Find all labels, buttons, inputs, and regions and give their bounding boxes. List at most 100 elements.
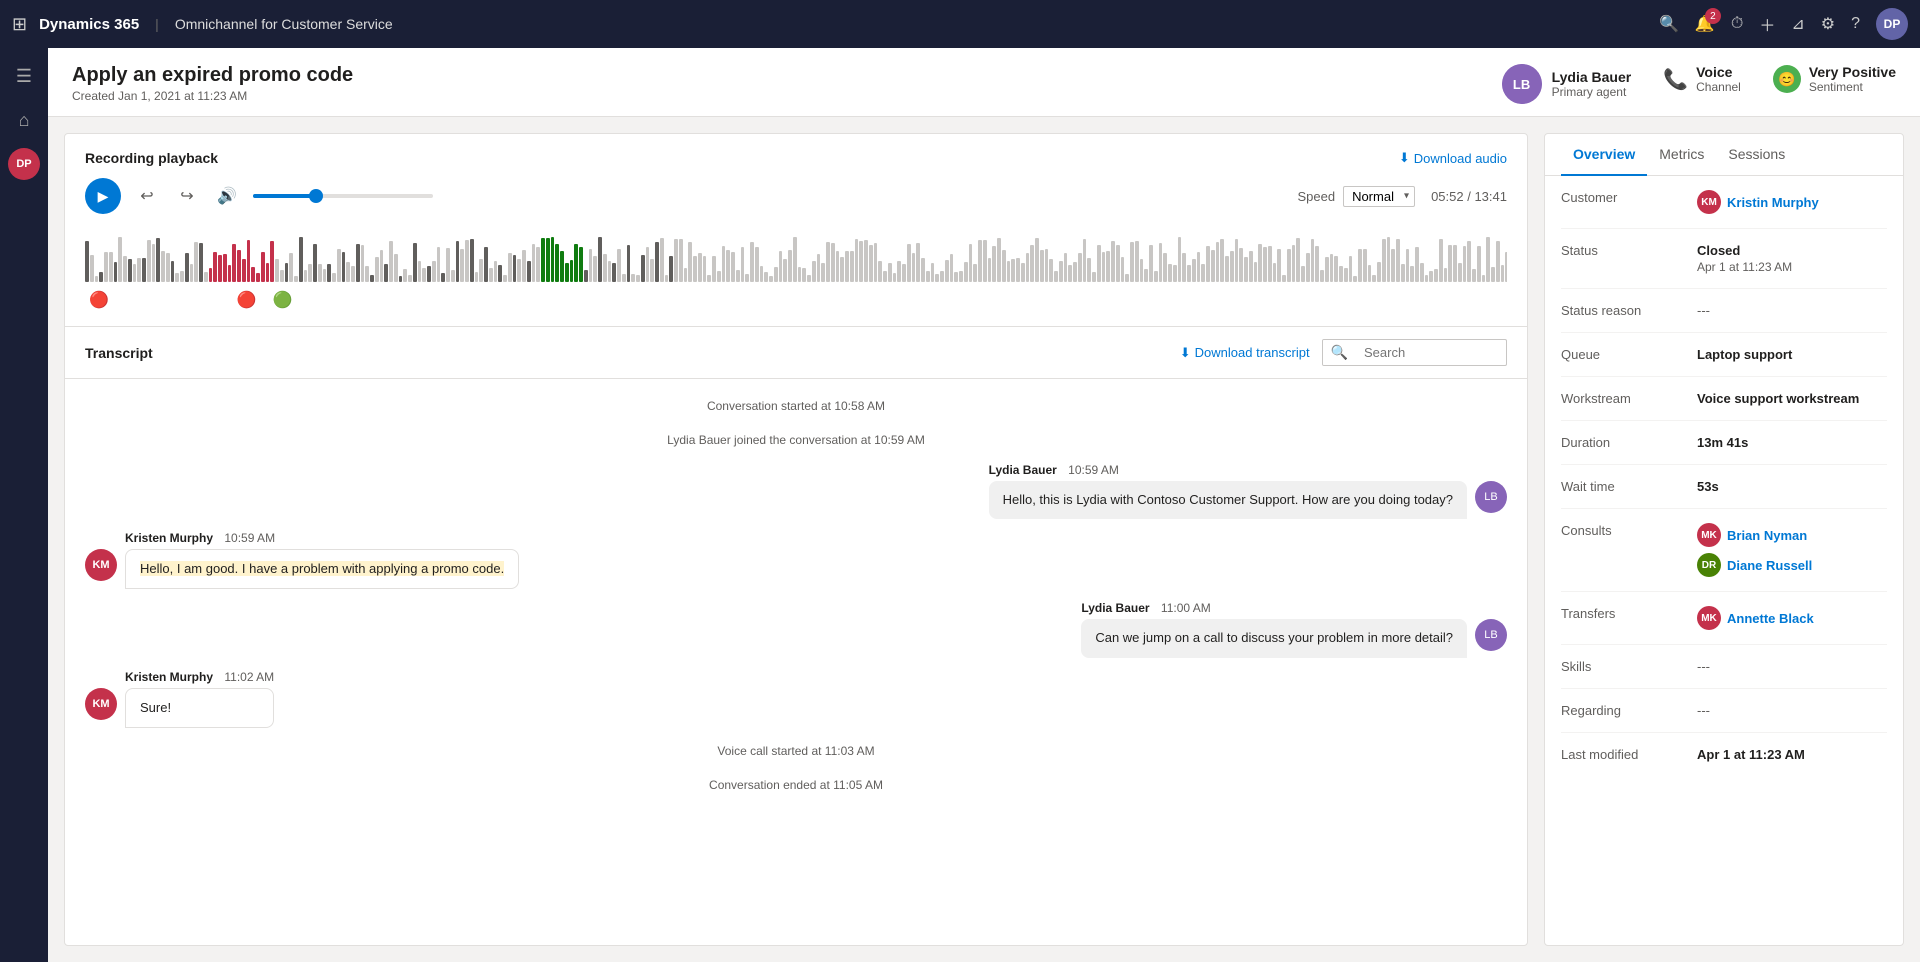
field-label: Last modified bbox=[1561, 747, 1681, 762]
waveform-bar bbox=[242, 259, 246, 282]
channel-label: Voice bbox=[1696, 64, 1741, 80]
rewind-icon[interactable]: ↩ bbox=[133, 182, 161, 210]
waveform[interactable] bbox=[85, 226, 1507, 286]
field-value: Closed Apr 1 at 11:23 AM bbox=[1697, 243, 1887, 274]
waveform-bar bbox=[760, 266, 764, 282]
waveform-bar bbox=[280, 270, 284, 282]
notification-icon[interactable]: 🔔 2 bbox=[1695, 14, 1715, 34]
waveform-bar bbox=[850, 251, 854, 282]
waveform-bar bbox=[418, 261, 422, 282]
filter-icon[interactable]: ⊿ bbox=[1791, 14, 1804, 34]
waveform-bar bbox=[137, 258, 141, 282]
forward-icon[interactable]: ↪ bbox=[173, 182, 201, 210]
volume-icon[interactable]: 🔊 bbox=[213, 182, 241, 210]
waveform-bar bbox=[750, 242, 754, 282]
waveform-bar bbox=[869, 245, 873, 282]
waveform-bar bbox=[969, 244, 973, 282]
waveform-bar bbox=[636, 275, 640, 282]
user-avatar[interactable]: DP bbox=[1876, 8, 1908, 40]
waveform-bar bbox=[1216, 242, 1220, 282]
waveform-bar bbox=[1049, 259, 1053, 282]
waveform-bar bbox=[441, 273, 445, 282]
waveform-bar bbox=[1258, 244, 1262, 282]
consult-link-2[interactable]: Diane Russell bbox=[1727, 558, 1812, 573]
add-icon[interactable]: ＋ bbox=[1759, 12, 1775, 36]
overview-row-customer: Customer KM Kristin Murphy bbox=[1561, 176, 1887, 229]
waveform-bar bbox=[432, 261, 436, 282]
waveform-bar bbox=[992, 246, 996, 282]
sidebar-home-icon[interactable]: ⌂ bbox=[4, 100, 44, 140]
waveform-bar bbox=[988, 258, 992, 282]
consult-link-1[interactable]: Brian Nyman bbox=[1727, 528, 1807, 543]
waveform-bar bbox=[1486, 237, 1490, 282]
waveform-bar bbox=[95, 276, 99, 282]
clock-icon[interactable]: ⏱ bbox=[1731, 15, 1743, 33]
waveform-bar bbox=[840, 257, 844, 282]
field-value: Voice support workstream bbox=[1697, 391, 1887, 406]
search-icon[interactable]: 🔍 bbox=[1659, 14, 1679, 34]
waveform-bar bbox=[1406, 249, 1410, 282]
waveform-bar bbox=[1111, 241, 1115, 282]
help-icon[interactable]: ? bbox=[1851, 15, 1860, 33]
waveform-bar bbox=[270, 241, 274, 282]
waveform-bar bbox=[912, 253, 916, 282]
waveform-bar bbox=[669, 256, 673, 282]
progress-thumb bbox=[309, 189, 323, 203]
nav-separator: | bbox=[155, 16, 159, 32]
waveform-bar bbox=[1425, 275, 1429, 282]
waveform-bar bbox=[1040, 250, 1044, 282]
settings-icon[interactable]: ⚙ bbox=[1821, 14, 1835, 34]
waveform-bar bbox=[541, 238, 545, 282]
agent-role: Primary agent bbox=[1552, 85, 1632, 99]
waveform-bar bbox=[755, 247, 759, 282]
transfer-avatar: MK bbox=[1697, 606, 1721, 630]
waveform-bar bbox=[318, 264, 322, 282]
download-audio-link[interactable]: ⬇ Download audio bbox=[1399, 150, 1507, 166]
waveform-bar bbox=[845, 251, 849, 282]
waveform-bar bbox=[783, 259, 787, 282]
overview-row-queue: Queue Laptop support bbox=[1561, 333, 1887, 377]
progress-track[interactable] bbox=[253, 194, 433, 198]
transcript-search-box[interactable]: 🔍 bbox=[1322, 339, 1507, 366]
transfer-link[interactable]: Annette Black bbox=[1727, 611, 1814, 626]
download-transcript-link[interactable]: ⬇ Download transcript bbox=[1180, 345, 1310, 361]
case-title: Apply an expired promo code bbox=[72, 64, 353, 87]
waveform-bar bbox=[394, 254, 398, 282]
play-button[interactable]: ▶ bbox=[85, 178, 121, 214]
waveform-bar bbox=[489, 268, 493, 282]
waveform-bar bbox=[1163, 253, 1167, 282]
waveform-bar bbox=[1201, 264, 1205, 282]
search-input[interactable] bbox=[1356, 341, 1506, 364]
grid-icon[interactable]: ⊞ bbox=[12, 14, 27, 35]
waveform-bar bbox=[1496, 241, 1500, 282]
waveform-bar bbox=[1349, 256, 1353, 282]
field-label: Transfers bbox=[1561, 606, 1681, 621]
overview-row-consults: Consults MK Brian Nyman DR Diane Russell bbox=[1561, 509, 1887, 592]
message-text-highlighted: Hello, I am good. I have a problem with … bbox=[140, 561, 504, 576]
progress-bar[interactable] bbox=[253, 194, 433, 198]
waveform-bar bbox=[1011, 259, 1015, 282]
waveform-bar bbox=[232, 244, 236, 282]
consult-row: MK Brian Nyman DR Diane Russell bbox=[1697, 523, 1887, 577]
customer-link[interactable]: KM Kristin Murphy bbox=[1697, 190, 1887, 214]
transcript-section: Transcript ⬇ Download transcript 🔍 bbox=[65, 327, 1527, 945]
waveform-bar bbox=[907, 244, 911, 282]
sidebar-menu-icon[interactable]: ☰ bbox=[4, 56, 44, 96]
waveform-bar bbox=[997, 238, 1001, 282]
speed-select[interactable]: Normal 0.5x 0.75x 1.25x 1.5x 2x bbox=[1343, 186, 1415, 207]
message-text: Can we jump on a call to discuss your pr… bbox=[1095, 630, 1453, 645]
waveform-bar bbox=[655, 242, 659, 282]
waveform-bar bbox=[593, 256, 597, 282]
sidebar-user-avatar[interactable]: DP bbox=[8, 148, 40, 180]
tab-overview[interactable]: Overview bbox=[1561, 134, 1647, 176]
tab-sessions[interactable]: Sessions bbox=[1716, 134, 1797, 176]
waveform-bar bbox=[1206, 246, 1210, 282]
nav-icons: 🔍 🔔 2 ⏱ ＋ ⊿ ⚙ ? DP bbox=[1659, 8, 1908, 40]
speed-label: Speed bbox=[1297, 189, 1335, 204]
customer-avatar-sm: KM bbox=[1697, 190, 1721, 214]
customer-message-content: Kristen Murphy 11:02 AM Sure! bbox=[125, 670, 274, 728]
waveform-bar bbox=[726, 250, 730, 282]
message-sender: Lydia Bauer bbox=[989, 463, 1057, 477]
waveform-bar bbox=[1472, 269, 1476, 282]
tab-metrics[interactable]: Metrics bbox=[1647, 134, 1716, 176]
